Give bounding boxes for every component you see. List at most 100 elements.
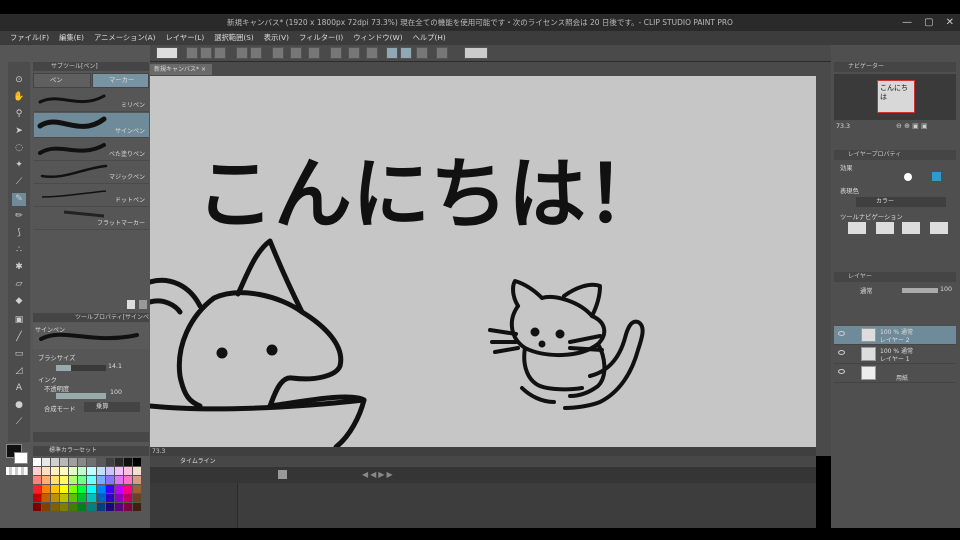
brush-item-magicpen[interactable]: マジックペン (34, 162, 149, 184)
tool-nav-button-2[interactable] (876, 222, 894, 234)
brush-item-dotpen[interactable]: ドットペン (34, 185, 149, 207)
show-selection-icon[interactable] (366, 47, 378, 59)
color-swatch[interactable] (105, 494, 114, 502)
wand-icon[interactable]: ✦ (12, 159, 26, 172)
color-swatch[interactable] (51, 467, 60, 475)
airbrush-icon[interactable]: ∴ (12, 244, 26, 257)
color-swatch[interactable] (105, 458, 114, 466)
color-swatch[interactable] (42, 467, 51, 475)
tool-nav-button-4[interactable] (930, 222, 948, 234)
color-swatch[interactable] (96, 494, 105, 502)
color-swatch[interactable] (87, 503, 96, 511)
eye-icon[interactable] (838, 350, 845, 355)
color-swatch[interactable] (51, 503, 60, 511)
color-swatch[interactable] (33, 476, 42, 484)
menu-layer[interactable]: レイヤー(L) (165, 31, 204, 45)
fill-icon[interactable] (290, 47, 302, 59)
deselect-icon[interactable] (330, 47, 342, 59)
color-swatch[interactable] (132, 458, 141, 466)
brush-size-slider[interactable] (56, 365, 106, 371)
clear-icon[interactable] (272, 47, 284, 59)
zoom-value[interactable]: 73.3 (152, 448, 165, 455)
color-swatch[interactable] (51, 494, 60, 502)
layer-row[interactable]: 100 % 通常 レイヤー 2 (834, 326, 956, 345)
menu-help[interactable]: ヘルプ(H) (413, 31, 446, 45)
navigator-zoom-buttons-icon[interactable]: ⊖ ⊕ ▣ ▣ (896, 122, 954, 131)
color-swatch[interactable] (87, 458, 96, 466)
color-swatch[interactable] (78, 503, 87, 511)
color-swatch[interactable] (42, 503, 51, 511)
color-swatch[interactable] (60, 458, 69, 466)
color-swatch[interactable] (96, 476, 105, 484)
color-swatch[interactable] (114, 503, 123, 511)
color-swatch[interactable] (132, 494, 141, 502)
color-swatch[interactable] (87, 476, 96, 484)
ruler-icon[interactable]: ◿ (12, 365, 26, 378)
text-tool-icon[interactable]: A (12, 382, 26, 395)
effect-border-icon[interactable] (904, 173, 912, 181)
color-swatch[interactable] (123, 467, 132, 475)
color-swatch[interactable] (105, 467, 114, 475)
color-swatch[interactable] (96, 467, 105, 475)
line-correction-icon[interactable]: ⟋ (12, 416, 26, 429)
color-swatch[interactable] (105, 485, 114, 493)
sub-color-swatch[interactable] (14, 452, 28, 464)
snap-ruler-icon[interactable] (386, 47, 398, 59)
color-swatch[interactable] (105, 476, 114, 484)
timeline-frames[interactable] (238, 483, 816, 528)
color-swatch[interactable] (51, 458, 60, 466)
color-swatch[interactable] (33, 494, 42, 502)
layer-blend-mode[interactable]: 通常 (860, 286, 873, 295)
color-swatch[interactable] (69, 467, 78, 475)
tool-nav-button-1[interactable] (848, 222, 866, 234)
color-swatch[interactable] (87, 485, 96, 493)
eye-icon[interactable] (838, 331, 845, 336)
snap-grid-icon[interactable] (416, 47, 428, 59)
color-swatch[interactable] (60, 476, 69, 484)
color-swatch[interactable] (78, 494, 87, 502)
color-swatch[interactable] (132, 485, 141, 493)
color-swatch[interactable] (96, 458, 105, 466)
color-swatch[interactable] (69, 458, 78, 466)
pen-tool-icon[interactable]: ✎ (12, 193, 26, 206)
opacity-slider[interactable] (56, 393, 106, 399)
menu-edit[interactable]: 編集(E) (59, 31, 84, 45)
menu-selection[interactable]: 選択範囲(S) (214, 31, 254, 45)
color-swatch[interactable] (114, 476, 123, 484)
clip-studio-icon[interactable] (156, 47, 178, 59)
eyedropper-icon[interactable]: ⟋ (12, 176, 26, 189)
navigator-zoom[interactable]: 73.3 (836, 123, 850, 130)
color-swatch[interactable] (69, 476, 78, 484)
navigator-view[interactable]: こんにちは (834, 74, 956, 120)
brush-item-millipen[interactable]: ミリペン (34, 90, 149, 112)
color-swatch[interactable] (123, 458, 132, 466)
document-tab[interactable]: 新規キャンバス* × (150, 64, 212, 75)
invert-selection-icon[interactable] (348, 47, 360, 59)
magnifier-icon[interactable]: ⚲ (12, 108, 26, 121)
color-swatch[interactable] (87, 467, 96, 475)
color-swatch[interactable] (42, 476, 51, 484)
layer-opacity-slider[interactable] (902, 288, 938, 293)
color-swatch[interactable] (69, 485, 78, 493)
brush-tool-icon[interactable]: ⟆ (12, 227, 26, 240)
color-swatch[interactable] (33, 458, 42, 466)
color-swatch[interactable] (114, 467, 123, 475)
delete-subtool-icon[interactable] (139, 300, 147, 309)
color-swatch[interactable] (69, 494, 78, 502)
brush-item-signpen[interactable]: サインペン (34, 113, 149, 138)
fill-tool-icon[interactable]: ◆ (12, 295, 26, 308)
decoration-icon[interactable]: ✱ (12, 261, 26, 274)
help-icon[interactable] (464, 47, 488, 59)
menu-view[interactable]: 表示(V) (264, 31, 289, 45)
color-swatch[interactable] (96, 503, 105, 511)
color-swatch[interactable] (78, 467, 87, 475)
tool-nav-button-3[interactable] (902, 222, 920, 234)
transform-icon[interactable] (308, 47, 320, 59)
color-swatch[interactable] (123, 503, 132, 511)
snap-special-ruler-icon[interactable] (400, 47, 412, 59)
eye-icon[interactable] (838, 369, 845, 374)
color-swatch[interactable] (42, 494, 51, 502)
color-swatch[interactable] (114, 458, 123, 466)
color-swatch[interactable] (42, 485, 51, 493)
menu-animation[interactable]: アニメーション(A) (94, 31, 155, 45)
